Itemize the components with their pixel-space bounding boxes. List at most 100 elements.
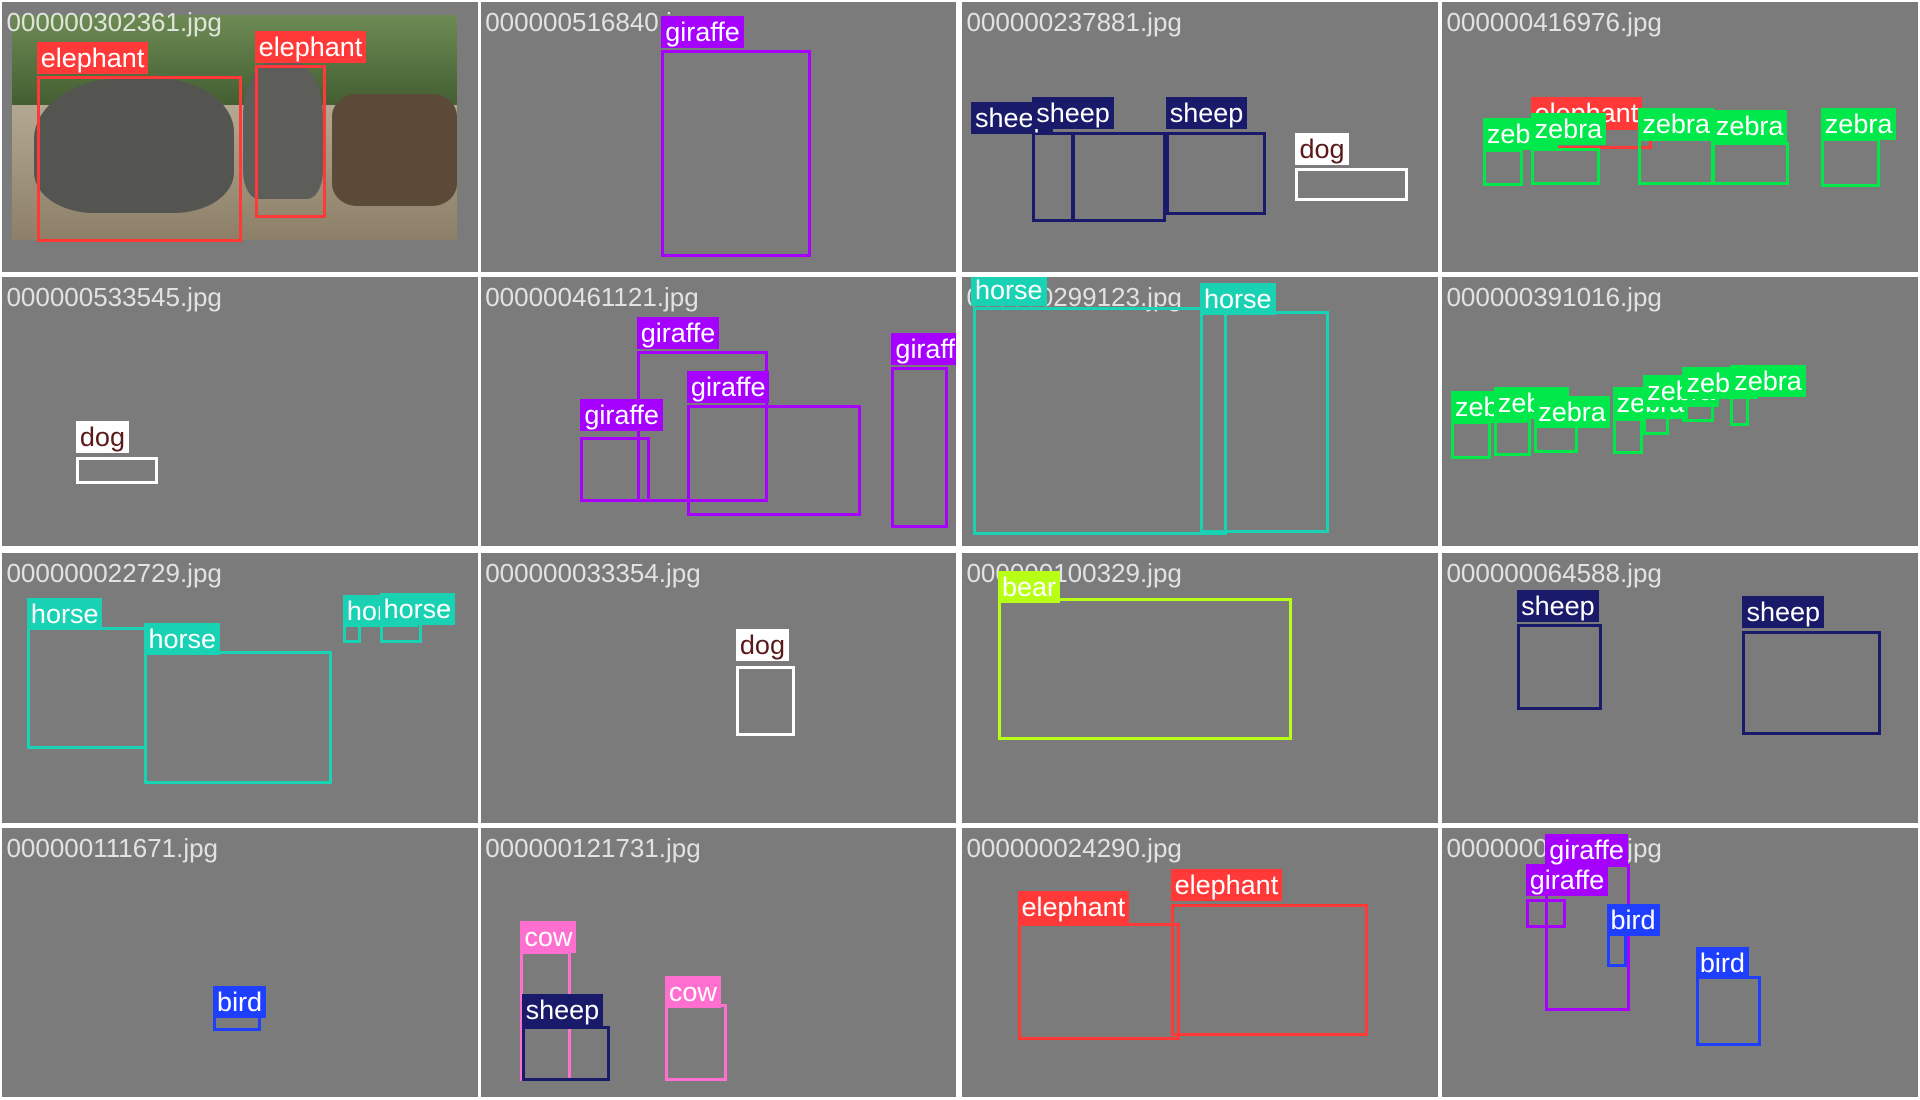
bounding-box-cow	[664, 1004, 728, 1082]
tile-filename: 000000461121.jpg	[485, 281, 699, 312]
bounding-box-bird	[1606, 930, 1628, 968]
bounding-box-horse	[144, 651, 332, 784]
bounding-box-zebra	[1493, 418, 1531, 456]
detection-label-bird: bird	[1606, 903, 1660, 936]
bounding-box-dog	[1295, 167, 1409, 201]
image-tile: 000000516840.jpg giraffe	[481, 2, 957, 272]
bounding-box-horse	[342, 624, 362, 643]
image-tile: 000000100329.jpg bear	[962, 553, 1438, 823]
detection-label-horse: horse	[144, 623, 221, 656]
bounding-box-giraffe	[686, 405, 861, 516]
tile-filename: 000000391016.jpg	[1446, 281, 1662, 312]
bounding-box-elephant	[1017, 923, 1181, 1040]
bounding-box-zebra	[1482, 149, 1524, 187]
detection-label-zebra: zebra	[1534, 395, 1610, 428]
detection-label-horse: horse	[26, 597, 103, 630]
bounding-box-zebra	[1612, 417, 1644, 455]
bounding-box-sheep	[1071, 132, 1166, 222]
bounding-box-giraffe	[891, 367, 948, 528]
bounding-box-dog	[75, 456, 158, 484]
detection-label-giraffe: giraffe	[661, 15, 744, 48]
image-tile: 000000533545.jpg dog	[2, 276, 478, 547]
detection-label-sheep: sheep	[1032, 96, 1114, 129]
image-tile: 000000299123.jpg horse horse	[962, 276, 1438, 547]
detection-label-sheep: sheep	[1742, 596, 1825, 629]
detection-label-giraffe: giraffe	[686, 371, 770, 404]
tile-filename: 000000416976.jpg	[1446, 7, 1662, 38]
bounding-box-sheep	[1032, 132, 1076, 222]
detection-label-dog: dog	[1295, 133, 1349, 166]
bounding-box-zebra	[1820, 138, 1880, 188]
image-tile: 000000391016.jpg zebra zebra zebra zebra zebr…	[1442, 276, 1918, 547]
image-tile: 000000064588.jpg sheep sheep	[1442, 553, 1918, 823]
image-tile: 000000022729.jpghorsehorsehorsehorse	[2, 553, 478, 823]
image-tile: 000000000976.jpggiraffegiraffebirdbird	[1442, 827, 1918, 1098]
detection-label-dog: dog	[75, 421, 129, 454]
bounding-box-zebra	[1451, 421, 1492, 460]
tile-filename: 000000064588.jpg	[1446, 558, 1662, 589]
detection-label-elephant: elephant	[1170, 869, 1283, 902]
bounding-box-elephant	[36, 75, 243, 243]
bounding-box-zebra	[1638, 138, 1715, 185]
tile-filename: 000000121731.jpg	[485, 832, 701, 863]
detection-label-cow: cow	[664, 975, 721, 1008]
detection-mosaic: 000000302361.jpg elephant elephant 00000051…	[0, 0, 1920, 1100]
image-tile: 000000024290.jpg elephant elephant	[962, 827, 1438, 1098]
bounding-box-horse	[973, 307, 1227, 536]
detection-label-cow: cow	[520, 920, 577, 953]
detection-label-giraffe: giraffe	[1545, 833, 1628, 866]
detection-label-bird: bird	[213, 985, 267, 1018]
tile-filename: 000000237881.jpg	[966, 7, 1182, 38]
bounding-box-zebra	[1530, 148, 1601, 185]
bounding-box-dog	[735, 666, 795, 736]
bounding-box-sheep	[1165, 132, 1267, 216]
detection-label-elephant: elephant	[1017, 891, 1130, 924]
detection-label-sheep: sheep	[521, 994, 604, 1027]
image-tile: 000000033354.jpg dog	[481, 553, 957, 823]
detection-label-giraffe: giraffe	[580, 399, 663, 432]
detection-label-zebra: zebra	[1820, 107, 1897, 140]
bounding-box-sheep	[1517, 624, 1602, 711]
image-tile: 000000237881.jpg sheep sheep sheep dog	[962, 2, 1438, 272]
tile-filename: 000000111671.jpg	[6, 832, 219, 863]
detection-label-horse: horse	[1199, 282, 1276, 315]
detection-label-bear: bear	[997, 570, 1060, 603]
detection-label-horse: horse	[971, 276, 1047, 307]
bounding-box-horse	[26, 626, 147, 750]
bounding-box-horse	[1199, 311, 1329, 533]
bounding-box-sheep	[521, 1026, 610, 1082]
detection-label-zebra: zebra	[1530, 112, 1607, 145]
bounding-box-zebra	[1534, 423, 1579, 454]
image-tile: 000000302361.jpg elephant elephant	[2, 2, 478, 272]
bounding-box-elephant	[254, 64, 326, 218]
bounding-box-bear	[997, 597, 1292, 740]
tile-filename: 000000024290.jpg	[966, 832, 1182, 863]
detection-label-dog: dog	[735, 629, 789, 662]
detection-label-giraffe: giraffe	[1525, 864, 1609, 897]
image-tile: 000000416976.jpgelephantzebrazebrazebraz…	[1442, 2, 1918, 272]
bounding-box-giraffe	[661, 50, 811, 258]
image-tile: ORIOLESTHESUNBALTIMORE000000111671.jpgbi…	[2, 827, 478, 1098]
detection-label-elephant: elephant	[254, 30, 367, 63]
detection-label-giraffe: giraffe	[636, 317, 720, 350]
detection-label-sheep: sheep	[1517, 590, 1599, 623]
bounding-box-sheep	[1742, 630, 1881, 735]
detection-label-zebra: zebra	[1711, 110, 1788, 143]
image-tile: 000000121731.jpg cow sheep cow	[481, 827, 957, 1098]
detection-label-giraffe: giraffe	[891, 333, 957, 366]
detection-label-bird: bird	[1695, 946, 1749, 979]
detection-label-zebra: zebra	[1730, 364, 1806, 397]
detection-label-horse: horse	[379, 592, 456, 625]
bounding-box-zebra	[1711, 142, 1789, 185]
bounding-box-giraffe	[580, 437, 651, 503]
tile-filename: 000000022729.jpg	[6, 558, 222, 589]
detection-label-sheep: sheep	[1165, 96, 1248, 129]
bounding-box-bird	[1695, 975, 1761, 1046]
tile-filename: 000000533545.jpg	[6, 281, 222, 312]
image-tile: 000000461121.jpg giraffe giraffe giraffe gir…	[481, 276, 957, 547]
detection-label-zebra: zebra	[1638, 107, 1714, 140]
tile-filename: 000000033354.jpg	[485, 558, 701, 589]
bounding-box-elephant	[1170, 903, 1368, 1036]
detection-label-elephant: elephant	[36, 41, 149, 74]
bounding-box-zebra	[1730, 395, 1749, 427]
